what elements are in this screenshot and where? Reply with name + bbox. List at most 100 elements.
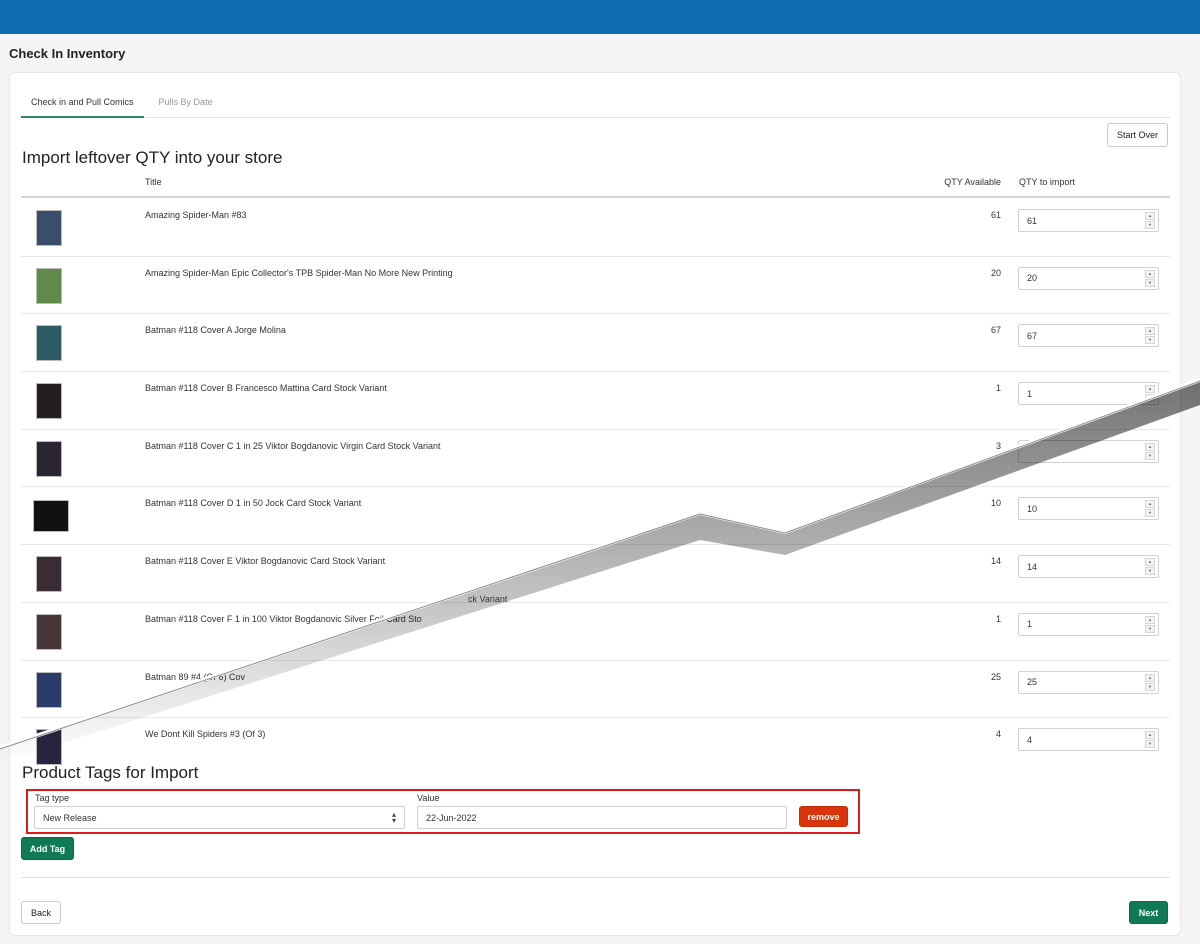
qty-import-stepper[interactable]: ▲▼: [1018, 439, 1159, 463]
comic-title: Batman #118 Cover D 1 in 50 Jock Card St…: [145, 498, 362, 509]
increment-icon[interactable]: ▲: [1145, 442, 1155, 451]
tag-type-label: Tag type: [35, 793, 70, 803]
tab-bar: Check in and Pull Comics Pulls By Date: [21, 88, 1170, 118]
table-row: Batman #118 Cover F 1 in 100 Viktor Bogd…: [21, 603, 1170, 661]
increment-icon[interactable]: ▲: [1145, 212, 1155, 220]
table-row: Batman #118 Cover D 1 in 50 Jock Card St…: [21, 487, 1170, 546]
stepper-controls: ▲ ▼: [1145, 385, 1155, 403]
torn-title-fragment: ck Variant: [468, 594, 508, 604]
table-row: Batman #118 Cover C 1 in 25 Viktor Bogda…: [21, 430, 1170, 488]
increment-icon[interactable]: ▲: [1145, 385, 1155, 394]
stepper-controls: ▲ ▼: [1145, 673, 1155, 691]
next-button[interactable]: Next: [1129, 901, 1168, 924]
tag-value-label: Value: [417, 793, 440, 803]
qty-available: 1: [995, 383, 1001, 394]
comic-title: Batman #118 Cover A Jorge Molina: [145, 325, 286, 336]
increment-icon[interactable]: ▲: [1145, 615, 1155, 624]
comic-title: Batman #118 Cover C 1 in 25 Viktor Bogda…: [145, 440, 441, 451]
tab-pulls-by-date[interactable]: Pulls By Date: [149, 88, 223, 118]
select-arrows-icon: ▴ ▾: [391, 810, 396, 825]
decrement-icon[interactable]: ▼: [1145, 567, 1155, 576]
stepper-controls: ▲ ▼: [1145, 269, 1155, 287]
table-row: Batman #118 Cover A Jorge Molina 67 ▲▼: [21, 314, 1170, 373]
import-section-title: Import leftover QTY into your store: [22, 148, 283, 167]
qty-available: 3: [995, 440, 1001, 451]
qty-import-input[interactable]: [1019, 729, 1134, 751]
page-title: Check In Inventory: [9, 46, 126, 61]
qty-import-stepper[interactable]: ▲▼: [1018, 382, 1159, 406]
qty-import-stepper[interactable]: ▲▼: [1018, 555, 1159, 579]
decrement-icon[interactable]: ▼: [1145, 278, 1155, 287]
decrement-icon[interactable]: ▼: [1145, 394, 1155, 403]
qty-import-input[interactable]: [1019, 325, 1134, 347]
qty-available: 1: [995, 613, 1001, 624]
tag-type-select[interactable]: New Release ▴ ▾: [34, 806, 405, 829]
comic-title: Batman #118 Cover B Francesco Mattina Ca…: [145, 383, 387, 394]
qty-import-input[interactable]: [1019, 440, 1134, 462]
qty-import-input[interactable]: [1019, 383, 1134, 405]
qty-import-stepper[interactable]: ▲▼: [1018, 266, 1159, 290]
increment-icon[interactable]: ▲: [1145, 269, 1155, 278]
increment-icon[interactable]: ▲: [1145, 731, 1155, 740]
comic-cover-thumbnail: [36, 325, 62, 362]
comic-cover-thumbnail: [36, 383, 62, 420]
inventory-table-body: Amazing Spider-Man #8361▲▼Amazing Spider…: [21, 199, 1170, 776]
comic-cover-thumbnail: [36, 613, 62, 650]
stepper-controls: ▲ ▼: [1145, 615, 1155, 633]
comic-cover-thumbnail: [33, 500, 69, 533]
tags-section-title: Product Tags for Import: [22, 763, 199, 782]
comic-cover-thumbnail: [36, 440, 62, 477]
tag-value-input[interactable]: 22-Jun-2022: [417, 806, 787, 829]
qty-import-stepper[interactable]: ▲▼: [1018, 209, 1159, 232]
stepper-controls: ▲ ▼: [1145, 731, 1155, 749]
decrement-icon[interactable]: ▼: [1145, 682, 1155, 691]
table-row: Batman #118 Cover E Viktor Bogdanovic Ca…: [21, 545, 1170, 603]
main-card: Check in and Pull Comics Pulls By Date S…: [9, 72, 1181, 936]
comic-title: Amazing Spider-Man Epic Collector's TPB …: [145, 267, 453, 278]
top-bar: [0, 0, 1200, 34]
table-row: Amazing Spider-Man Epic Collector's TPB …: [21, 257, 1170, 315]
remove-tag-button[interactable]: remove: [799, 806, 848, 827]
comic-cover-thumbnail: [36, 671, 62, 708]
footer-divider: [21, 877, 1170, 878]
qty-import-stepper[interactable]: ▲▼: [1018, 612, 1159, 636]
qty-available: 14: [990, 556, 1001, 567]
comic-title: Batman #118 Cover F 1 in 100 Viktor Bogd…: [145, 613, 422, 624]
decrement-icon[interactable]: ▼: [1145, 624, 1155, 633]
qty-import-input[interactable]: [1019, 671, 1134, 693]
qty-available: 25: [990, 671, 1001, 682]
qty-import-input[interactable]: [1019, 613, 1134, 635]
stepper-controls: ▲ ▼: [1145, 500, 1155, 518]
comic-title: Amazing Spider-Man #83: [145, 210, 247, 220]
decrement-icon[interactable]: ▼: [1145, 336, 1155, 345]
back-button[interactable]: Back: [21, 901, 61, 924]
increment-icon[interactable]: ▲: [1145, 558, 1155, 567]
qty-import-stepper[interactable]: ▲▼: [1018, 497, 1159, 521]
qty-import-stepper[interactable]: ▲▼: [1018, 670, 1159, 694]
qty-available: 61: [990, 210, 1001, 220]
qty-import-input[interactable]: [1019, 498, 1134, 520]
qty-import-stepper[interactable]: ▲▼: [1018, 728, 1159, 752]
add-tag-button[interactable]: Add Tag: [21, 837, 74, 860]
increment-icon[interactable]: ▲: [1145, 500, 1155, 509]
decrement-icon[interactable]: ▼: [1145, 509, 1155, 518]
stepper-controls: ▲ ▼: [1145, 558, 1155, 576]
decrement-icon[interactable]: ▼: [1145, 221, 1155, 229]
column-header-qty-available: QTY Available: [944, 177, 1001, 187]
comic-cover-thumbnail: [36, 556, 62, 593]
qty-import-input[interactable]: [1019, 556, 1134, 578]
tab-check-in[interactable]: Check in and Pull Comics: [21, 88, 144, 118]
increment-icon[interactable]: ▲: [1145, 673, 1155, 682]
stepper-controls: ▲ ▼: [1145, 442, 1155, 460]
qty-import-stepper[interactable]: ▲▼: [1018, 324, 1159, 348]
start-over-button[interactable]: Start Over: [1107, 123, 1168, 147]
increment-icon[interactable]: ▲: [1145, 327, 1155, 336]
comic-cover-thumbnail: [36, 267, 62, 304]
qty-import-input[interactable]: [1019, 210, 1134, 231]
comic-title: Batman 89 #4 (Of 6) Cov: [145, 671, 246, 682]
decrement-icon[interactable]: ▼: [1145, 740, 1155, 749]
decrement-icon[interactable]: ▼: [1145, 451, 1155, 460]
table-row: Batman 89 #4 (Of 6) Cov 25 ▲▼: [21, 661, 1170, 719]
qty-available: 20: [990, 267, 1001, 278]
qty-import-input[interactable]: [1019, 267, 1134, 289]
